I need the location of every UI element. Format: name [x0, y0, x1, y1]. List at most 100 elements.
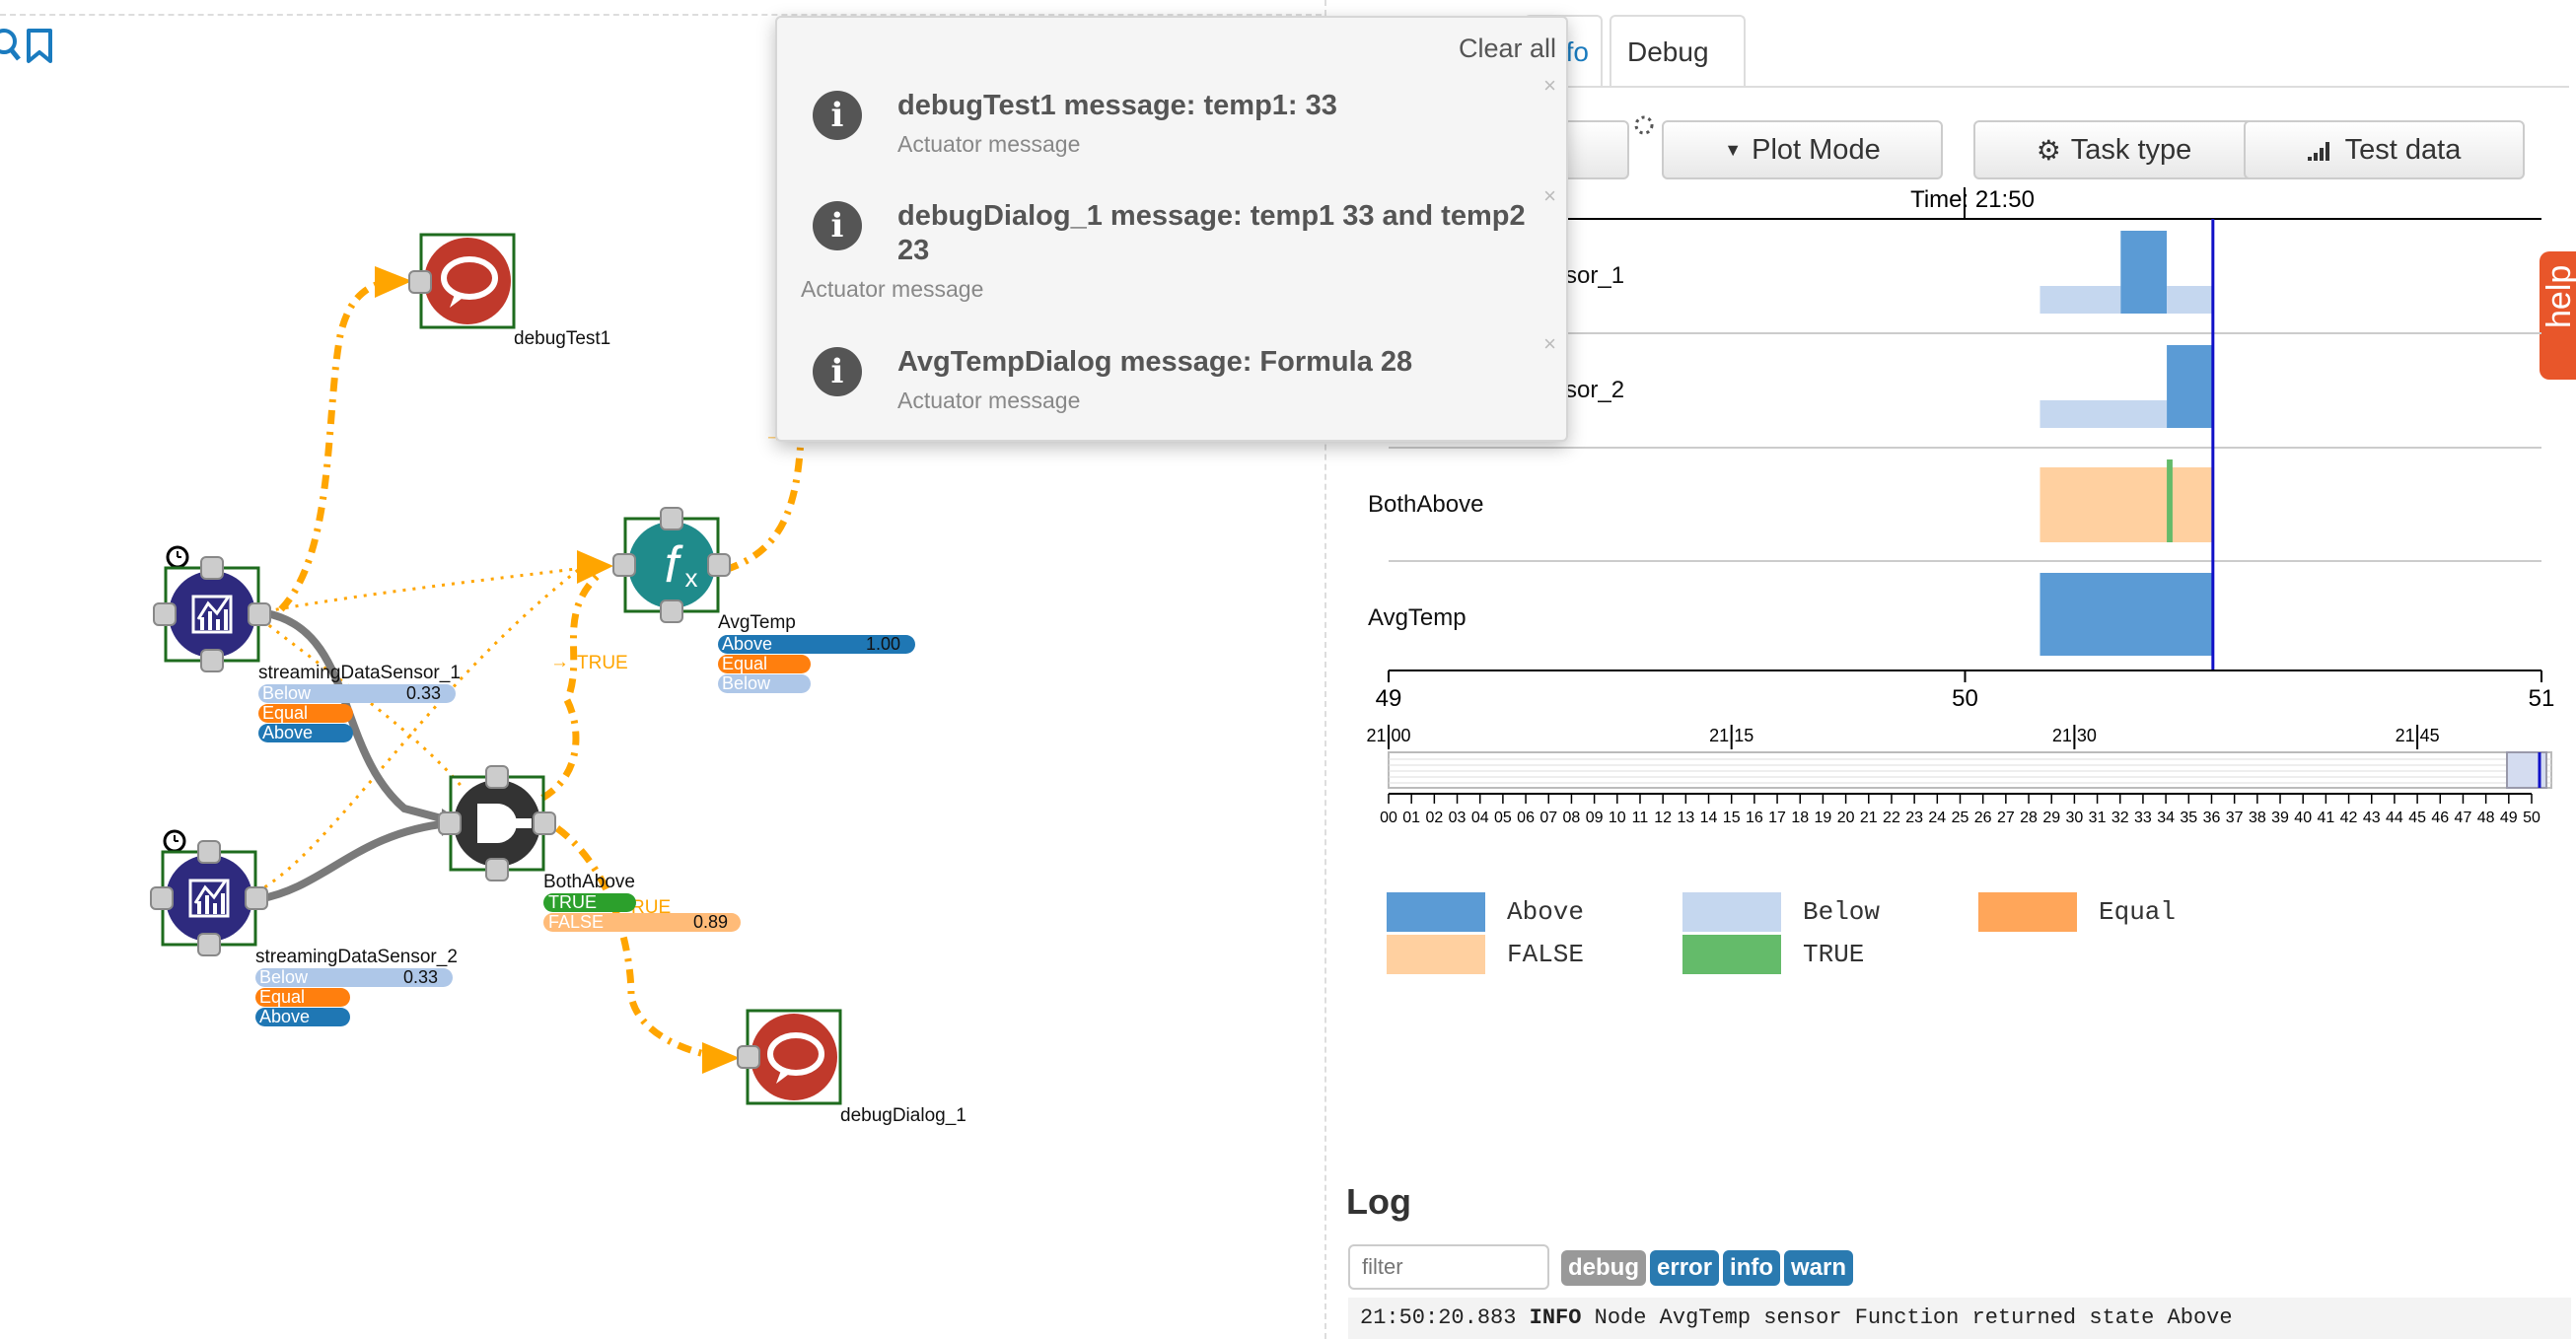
- node-label-sensor1: streamingDataSensor_1: [258, 663, 461, 683]
- log-entry-level: INFO: [1529, 1305, 1582, 1330]
- edge-sensor1-avgtemp: [265, 565, 593, 613]
- svg-text:x: x: [685, 563, 698, 593]
- info-icon: i: [813, 201, 862, 250]
- overview-minor-label: 07: [1539, 810, 1557, 826]
- overview-major-label: 21:45: [2396, 726, 2440, 745]
- state-label-avgtemp-below: Below: [722, 673, 771, 693]
- state-label-sensor2-equal: Equal: [259, 987, 306, 1007]
- log-entry-time: 21:50:20.883: [1360, 1305, 1517, 1330]
- timeline-segment-below: [2167, 286, 2213, 314]
- timeline-segment-below: [2039, 286, 2121, 314]
- notification-close-button[interactable]: ×: [1543, 183, 1556, 209]
- overview-minor-label: 28: [2020, 810, 2038, 826]
- overview-minor-label: 09: [1586, 810, 1604, 826]
- node-debugtest1: [408, 233, 516, 329]
- legend-swatch: [1387, 892, 1485, 932]
- overview-minor-label: 16: [1746, 810, 1763, 826]
- state-label-bothabove-true: TRUE: [548, 892, 597, 912]
- log-badge-error[interactable]: error: [1650, 1250, 1720, 1286]
- overview-minor-label: 49: [2500, 810, 2518, 826]
- overview-minor-label: 36: [2203, 810, 2221, 826]
- timeline-segment-above: [2039, 573, 2213, 656]
- legend-label: FALSE: [1507, 940, 1585, 969]
- legend-label: Equal: [2099, 897, 2177, 927]
- log-level-badges: debug error info warn: [1561, 1250, 1857, 1286]
- overview-minor-label: 37: [2226, 810, 2244, 826]
- legend-item-equal: Equal: [1978, 892, 2176, 932]
- overview-minor-label: 35: [2180, 810, 2197, 826]
- legend-label: Below: [1803, 897, 1881, 927]
- legend-swatch: [1978, 892, 2077, 932]
- overview-minor-label: 21: [1860, 810, 1878, 826]
- overview-minor-label: 27: [1997, 810, 2015, 826]
- overview-minor-label: 34: [2157, 810, 2175, 826]
- edge-avgtemp-out: [723, 438, 805, 574]
- edge-label-true-arrow: →: [550, 652, 569, 672]
- node-avgtemp: f x: [612, 507, 731, 623]
- overview-minor-label: 32: [2111, 810, 2129, 826]
- log-badge-debug[interactable]: debug: [1561, 1250, 1646, 1286]
- row-label: sor_1: [1565, 262, 1624, 289]
- legend-label: TRUE: [1803, 940, 1865, 969]
- state-value-avgtemp-above: 1.00: [866, 634, 901, 654]
- overview-minor-label: 25: [1952, 810, 1969, 826]
- edge-sensor1-debugtest1: [278, 277, 400, 612]
- node-sensor2: [150, 829, 268, 956]
- overview-minor-label: 23: [1905, 810, 1923, 826]
- overview-major-label: 21:15: [1709, 726, 1753, 745]
- overview-minor-label: 45: [2408, 810, 2426, 826]
- state-label-sensor1-above: Above: [262, 723, 314, 742]
- overview-minor-label: 26: [1974, 810, 1992, 826]
- state-value-sensor2-below: 0.33: [403, 967, 439, 987]
- x-axis-tick-label: 50: [1952, 685, 1978, 712]
- edge-sensor2-gate-solid: [257, 819, 450, 903]
- state-label-avgtemp-equal: Equal: [722, 654, 768, 673]
- notification-close-button[interactable]: ×: [1543, 73, 1556, 99]
- state-label-sensor1-below: Below: [262, 683, 312, 703]
- legend-item-true: TRUE: [1682, 935, 1864, 974]
- info-icon: i: [813, 91, 862, 140]
- overview-minor-label: 30: [2066, 810, 2084, 826]
- legend-swatch: [1387, 935, 1485, 974]
- node-bothabove: [438, 765, 556, 881]
- legend-swatch: [1682, 892, 1781, 932]
- overview-minor-label: 50: [2523, 810, 2540, 826]
- notification-subtitle: Actuator message: [897, 131, 1081, 157]
- node-sensor1: [153, 545, 271, 672]
- state-label-sensor2-above: Above: [259, 1007, 311, 1026]
- overview-minor-label: 33: [2134, 810, 2152, 826]
- overview-minor-label: 17: [1768, 810, 1786, 826]
- overview-minor-label: 42: [2340, 810, 2358, 826]
- overview-minor-label: 40: [2294, 810, 2312, 826]
- overview-minor-label: 10: [1609, 810, 1626, 826]
- overview-minor-label: 15: [1723, 810, 1741, 826]
- edge-gate-debugdialog: [554, 825, 726, 1062]
- overview-minor-label: 11: [1632, 810, 1649, 826]
- state-label-sensor1-equal: Equal: [262, 703, 309, 723]
- overview-minor-label: 06: [1517, 810, 1535, 826]
- log-badge-info[interactable]: info: [1723, 1250, 1781, 1286]
- overview-minor-label: 02: [1425, 810, 1443, 826]
- log-badge-warn[interactable]: warn: [1784, 1250, 1854, 1286]
- notification-popup: Clear all × i debugTest1 message: temp1:…: [775, 16, 1568, 442]
- log-filter-input[interactable]: [1348, 1244, 1549, 1290]
- node-label-debugtest1: debugTest1: [514, 328, 611, 349]
- overview-minor-label: 47: [2455, 810, 2472, 826]
- clear-all-button[interactable]: Clear all: [1459, 34, 1556, 64]
- overview-minor-label: 39: [2271, 810, 2289, 826]
- overview-minor-label: 22: [1883, 810, 1900, 826]
- row-label: BothAbove: [1368, 491, 1483, 518]
- overview-minor-label: 12: [1654, 810, 1672, 826]
- node-label-avgtemp: AvgTemp: [718, 612, 796, 633]
- x-axis-tick-label: 49: [1376, 685, 1402, 712]
- legend-item-above: Above: [1387, 892, 1584, 932]
- log-entry: 21:50:20.883 INFO Node AvgTemp sensor Fu…: [1348, 1298, 2571, 1339]
- overview-minor-label: 24: [1928, 810, 1946, 826]
- state-value-bothabove-false: 0.89: [693, 912, 729, 932]
- state-label-avgtemp-above: Above: [722, 634, 773, 654]
- notification-subtitle: Actuator message: [897, 388, 1081, 413]
- notification-close-button[interactable]: ×: [1543, 331, 1556, 357]
- timeline-segment-true: [2167, 459, 2173, 542]
- notification-subtitle: Actuator message: [801, 276, 984, 302]
- node-label-sensor2: streamingDataSensor_2: [255, 947, 458, 967]
